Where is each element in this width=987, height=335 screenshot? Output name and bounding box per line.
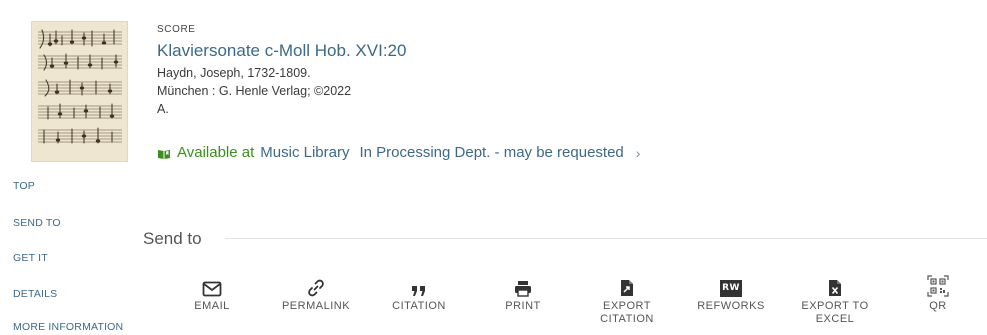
refworks-button[interactable]: RW REFWORKS [689, 275, 773, 313]
email-button[interactable]: EMAIL [170, 275, 254, 313]
record-title-link[interactable]: Klaviersonate c-Moll Hob. XVI:20 [157, 41, 406, 61]
excel-icon [793, 275, 877, 297]
citation-button[interactable]: CITATION [377, 275, 461, 313]
record-thumbnail[interactable] [31, 21, 128, 162]
availability-status: Available at [177, 144, 255, 161]
record-author: Haydn, Joseph, 1732-1809. [157, 66, 311, 80]
refworks-badge: RW [720, 280, 742, 297]
permalink-button[interactable]: PERMALINK [274, 275, 358, 313]
export-citation-button[interactable]: EXPORT CITATION [585, 275, 669, 326]
nav-item-send-to[interactable]: SEND TO [13, 217, 61, 229]
print-button[interactable]: PRINT [481, 275, 565, 313]
nav-item-top[interactable]: TOP [13, 180, 35, 192]
availability-location: In Processing Dept. - may be requested [359, 144, 624, 161]
section-divider [225, 238, 987, 239]
export-file-icon [585, 275, 669, 297]
export-to-excel-button[interactable]: EXPORT TO EXCEL [793, 275, 877, 326]
resource-type: SCORE [157, 24, 196, 35]
permalink-label: PERMALINK [281, 300, 351, 312]
record-publisher: München : G. Henle Verlag; ©2022 [157, 84, 352, 98]
availability-line[interactable]: Available at Music Library In Processing… [157, 144, 640, 161]
refworks-label: REFWORKS [697, 300, 765, 312]
quote-icon [377, 275, 461, 297]
record-details: SCORE Klaviersonate c-Moll Hob. XVI:20 H… [157, 24, 957, 118]
export-citation-label: EXPORT CITATION [600, 300, 654, 325]
print-label: PRINT [505, 300, 541, 312]
link-icon [274, 275, 358, 297]
nav-item-details[interactable]: DETAILS [13, 288, 57, 300]
envelope-icon [170, 275, 254, 297]
export-to-excel-label: EXPORT TO EXCEL [801, 300, 869, 325]
refworks-icon: RW [689, 275, 773, 297]
nav-item-more-information[interactable]: MORE INFORMATION [13, 321, 123, 333]
send-to-actions: EMAIL PERMALINK CITATION PRINT EXPORT CI… [170, 275, 987, 335]
open-book-icon [157, 147, 171, 159]
qr-label: QR [929, 300, 947, 312]
citation-label: CITATION [392, 300, 446, 312]
availability-library: Music Library [260, 144, 350, 161]
chevron-right-icon[interactable]: › [636, 145, 641, 161]
printer-icon [481, 275, 565, 297]
qr-button[interactable]: QR [896, 275, 980, 313]
qr-code-icon [896, 275, 980, 297]
nav-item-get-it[interactable]: GET IT [13, 252, 48, 264]
sheet-music-image [32, 22, 127, 161]
send-to-heading: Send to [143, 229, 202, 248]
email-label: EMAIL [194, 300, 230, 312]
record-edition: A. [157, 102, 169, 116]
